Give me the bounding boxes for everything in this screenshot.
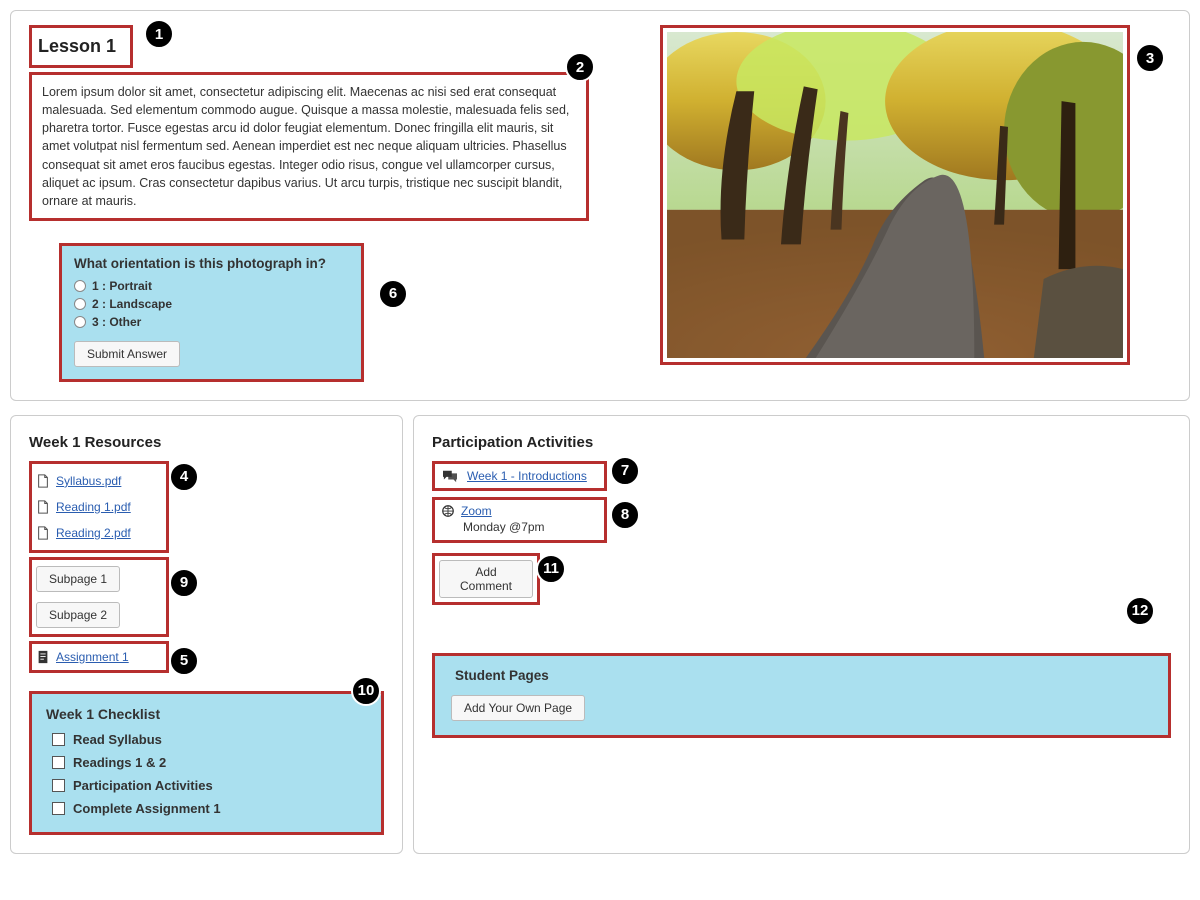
pdf-icon: [36, 474, 50, 488]
pdf-icon: [36, 526, 50, 540]
quiz-option-label: 1 : Portrait: [92, 279, 152, 293]
checkbox-icon[interactable]: [52, 779, 65, 792]
assignment-icon: [36, 650, 50, 664]
lesson-right-column: 3: [619, 25, 1171, 382]
quiz-option[interactable]: 3 : Other: [74, 315, 349, 329]
assignment-item[interactable]: Assignment 1: [36, 648, 162, 666]
student-pages-box: Student Pages Add Your Own Page: [432, 653, 1171, 738]
lesson-title: Lesson 1: [29, 25, 133, 68]
radio-icon[interactable]: [74, 280, 86, 292]
checklist-label: Participation Activities: [73, 778, 213, 793]
submit-answer-button[interactable]: Submit Answer: [74, 341, 180, 367]
checklist-item[interactable]: Readings 1 & 2: [52, 755, 367, 770]
callout-11: 11: [536, 554, 566, 584]
discussion-row[interactable]: Week 1 - Introductions: [432, 461, 607, 491]
checklist-heading: Week 1 Checklist: [46, 706, 367, 722]
callout-10: 10: [351, 676, 381, 706]
callout-7: 7: [610, 456, 640, 486]
subpage-button[interactable]: Subpage 1: [36, 566, 120, 592]
resource-file[interactable]: Reading 2.pdf: [36, 520, 162, 546]
quiz-option-label: 2 : Landscape: [92, 297, 172, 311]
zoom-link[interactable]: Zoom: [461, 504, 492, 518]
checklist-item[interactable]: Participation Activities: [52, 778, 367, 793]
pdf-icon: [36, 500, 50, 514]
lesson-left-column: 1 Lesson 1 2 Lorem ipsum dolor sit amet,…: [29, 25, 589, 382]
add-comment-button[interactable]: Add Comment: [439, 560, 533, 598]
checklist-item[interactable]: Complete Assignment 1: [52, 801, 367, 816]
quiz-wrap: 6 What orientation is this photograph in…: [59, 243, 364, 382]
lesson-body: Lorem ipsum dolor sit amet, consectetur …: [29, 72, 589, 221]
radio-icon[interactable]: [74, 316, 86, 328]
quiz-box: What orientation is this photograph in? …: [59, 243, 364, 382]
assignment-box: Assignment 1: [29, 641, 169, 673]
checklist-item[interactable]: Read Syllabus: [52, 732, 367, 747]
resource-file[interactable]: Reading 1.pdf: [36, 494, 162, 520]
resource-link[interactable]: Reading 2.pdf: [56, 526, 131, 540]
callout-1: 1: [144, 19, 174, 49]
quiz-option[interactable]: 2 : Landscape: [74, 297, 349, 311]
checklist-box: Week 1 Checklist Read Syllabus Readings …: [29, 691, 384, 835]
comments-icon: [441, 469, 459, 483]
resource-link[interactable]: Syllabus.pdf: [56, 474, 121, 488]
lesson-panel: 1 Lesson 1 2 Lorem ipsum dolor sit amet,…: [10, 10, 1190, 401]
assignment-link[interactable]: Assignment 1: [56, 650, 129, 664]
resource-file[interactable]: Syllabus.pdf: [36, 468, 162, 494]
resource-file-list: Syllabus.pdf Reading 1.pdf Reading 2.pdf: [29, 461, 169, 553]
radio-icon[interactable]: [74, 298, 86, 310]
checkbox-icon[interactable]: [52, 733, 65, 746]
callout-4: 4: [169, 462, 199, 492]
lesson-image: [660, 25, 1130, 365]
checklist-label: Read Syllabus: [73, 732, 162, 747]
student-pages-heading: Student Pages: [455, 668, 1152, 683]
resources-heading: Week 1 Resources: [29, 434, 384, 451]
globe-icon: [441, 504, 455, 518]
callout-5: 5: [169, 646, 199, 676]
add-comment-box: Add Comment: [432, 553, 540, 605]
callout-8: 8: [610, 500, 640, 530]
subpage-list: Subpage 1 Subpage 2: [29, 557, 169, 637]
zoom-row: Zoom Monday @7pm: [432, 497, 607, 543]
zoom-line[interactable]: Zoom: [441, 504, 598, 518]
callout-3: 3: [1135, 43, 1165, 73]
resource-link[interactable]: Reading 1.pdf: [56, 500, 131, 514]
checklist-label: Readings 1 & 2: [73, 755, 166, 770]
add-your-own-page-button[interactable]: Add Your Own Page: [451, 695, 585, 721]
quiz-option-label: 3 : Other: [92, 315, 141, 329]
checkbox-icon[interactable]: [52, 756, 65, 769]
callout-6: 6: [378, 279, 408, 309]
lesson-body-wrap: 2 Lorem ipsum dolor sit amet, consectetu…: [29, 72, 589, 221]
quiz-option[interactable]: 1 : Portrait: [74, 279, 349, 293]
participation-panel: Participation Activities 7 Week 1 - Intr…: [413, 415, 1190, 854]
callout-2: 2: [565, 52, 595, 82]
zoom-time: Monday @7pm: [463, 520, 598, 534]
resources-panel: Week 1 Resources 4 Syllabus.pdf Reading …: [10, 415, 403, 854]
callout-12: 12: [1125, 596, 1155, 626]
callout-9: 9: [169, 568, 199, 598]
discussion-link[interactable]: Week 1 - Introductions: [467, 469, 587, 483]
bottom-row: Week 1 Resources 4 Syllabus.pdf Reading …: [10, 415, 1190, 854]
quiz-question: What orientation is this photograph in?: [74, 256, 349, 271]
checkbox-icon[interactable]: [52, 802, 65, 815]
subpage-button[interactable]: Subpage 2: [36, 602, 120, 628]
forest-path-image: [667, 32, 1123, 358]
checklist-label: Complete Assignment 1: [73, 801, 221, 816]
participation-heading: Participation Activities: [432, 434, 1171, 451]
